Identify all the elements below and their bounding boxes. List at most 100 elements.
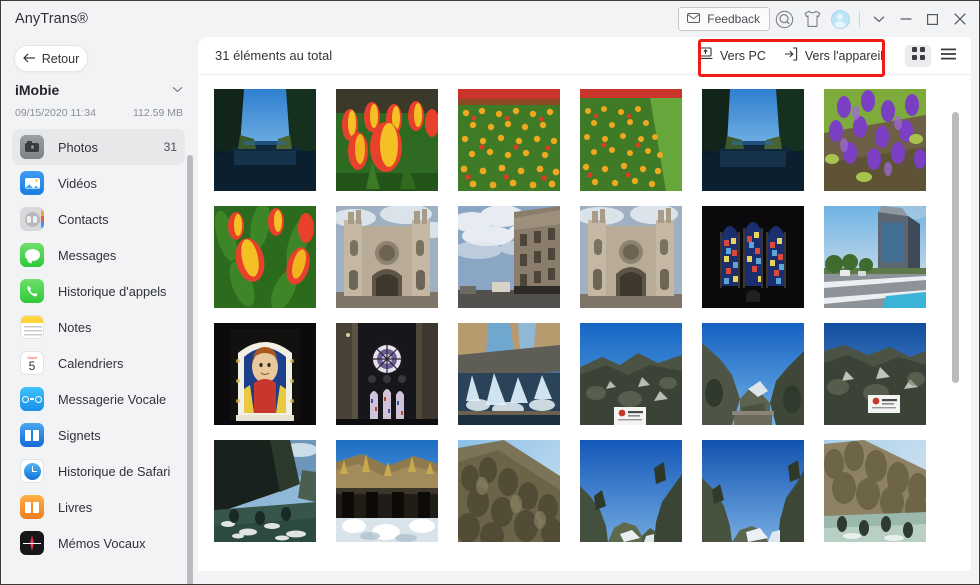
- sidebar-item-voicemail[interactable]: Messagerie Vocale: [12, 381, 185, 417]
- photo-thumbnail[interactable]: [214, 206, 316, 308]
- sidebar-item-label: Historique de Safari: [58, 463, 171, 479]
- photo-thumbnail[interactable]: [824, 89, 926, 191]
- photo-thumbnail[interactable]: [580, 206, 682, 308]
- calendar-icon: Mardi 5: [20, 351, 44, 375]
- header-actions: Vers PC Vers l'appareil: [689, 37, 971, 74]
- books-icon: [20, 495, 44, 519]
- photo-thumbnail[interactable]: [336, 89, 438, 191]
- sidebar-item-label: Mémos Vocaux: [58, 535, 146, 551]
- export-to-device-icon: [784, 47, 798, 64]
- maximize-icon[interactable]: [919, 5, 946, 33]
- photo-thumbnail[interactable]: [336, 323, 438, 425]
- avatar-icon: [830, 9, 850, 29]
- videos-icon: [20, 171, 44, 195]
- avatar[interactable]: [826, 5, 854, 33]
- calendar-day: 5: [28, 359, 36, 373]
- voice-memos-icon: [20, 531, 44, 555]
- sidebar-nav: Photos 31 Vidéos Contacts Messages Histo…: [1, 129, 198, 561]
- call-history-icon: [20, 279, 44, 303]
- sidebar-item-notes[interactable]: Notes: [12, 309, 185, 345]
- sidebar: Retour iMobie 09/15/2020 11:34 112.59 MB…: [1, 37, 198, 584]
- grid-view-button[interactable]: [905, 44, 931, 67]
- photo-thumbnail[interactable]: [214, 323, 316, 425]
- back-button[interactable]: Retour: [14, 45, 88, 72]
- device-date: 09/15/2020 11:34: [15, 107, 96, 119]
- photo-thumbnail[interactable]: [458, 440, 560, 542]
- photo-grid: [214, 89, 934, 542]
- photo-thumbnail[interactable]: [824, 323, 926, 425]
- export-to-pc-icon: [698, 47, 713, 64]
- toolbar-divider: [859, 11, 860, 27]
- app-window: AnyTrans® Feedback Retour iMobie 09/15/2…: [0, 0, 980, 585]
- photo-grid-wrapper: [198, 75, 971, 571]
- sidebar-item-count: 31: [163, 140, 177, 154]
- to-device-label: Vers l'appareil: [804, 48, 883, 63]
- photo-thumbnail[interactable]: [458, 323, 560, 425]
- grid-view-icon: [911, 46, 925, 65]
- mail-icon: [687, 12, 701, 26]
- content-header: 31 éléments au total Vers PC Vers l'appa…: [198, 37, 971, 77]
- feedback-button[interactable]: Feedback: [678, 7, 770, 31]
- shirt-icon[interactable]: [798, 5, 826, 33]
- photo-thumbnail[interactable]: [702, 323, 804, 425]
- device-name: iMobie: [15, 82, 60, 98]
- sidebar-scrollbar[interactable]: [187, 155, 193, 584]
- sidebar-item-photos[interactable]: Photos 31: [12, 129, 185, 165]
- photo-thumbnail[interactable]: [580, 440, 682, 542]
- content-scrollbar[interactable]: [952, 112, 959, 383]
- sidebar-item-messages[interactable]: Messages: [12, 237, 185, 273]
- sidebar-item-calendars[interactable]: Mardi 5 Calendriers: [12, 345, 185, 381]
- sidebar-item-label: Messagerie Vocale: [58, 391, 167, 407]
- photo-thumbnail[interactable]: [336, 440, 438, 542]
- contacts-icon: [20, 207, 44, 231]
- sidebar-item-label: Historique d'appels: [58, 283, 167, 299]
- chevron-down-icon: [172, 84, 183, 96]
- photo-thumbnail[interactable]: [824, 206, 926, 308]
- sidebar-item-label: Signets: [58, 427, 101, 443]
- photo-thumbnail[interactable]: [702, 206, 804, 308]
- sidebar-item-label: Calendriers: [58, 355, 124, 371]
- sidebar-item-contacts[interactable]: Contacts: [12, 201, 185, 237]
- minimize-icon[interactable]: [892, 5, 919, 33]
- sidebar-item-safari-history[interactable]: Historique de Safari: [12, 453, 185, 489]
- sidebar-item-label: Contacts: [58, 211, 109, 227]
- photo-thumbnail[interactable]: [458, 206, 560, 308]
- title-bar-controls: Feedback: [678, 5, 979, 33]
- photo-thumbnail[interactable]: [214, 89, 316, 191]
- sidebar-item-label: Vidéos: [58, 175, 97, 191]
- sidebar-item-label: Livres: [58, 499, 93, 515]
- photo-thumbnail[interactable]: [580, 323, 682, 425]
- photo-thumbnail[interactable]: [702, 89, 804, 191]
- close-icon[interactable]: [946, 5, 973, 33]
- device-meta: 09/15/2020 11:34 112.59 MB: [15, 107, 183, 119]
- photo-thumbnail[interactable]: [458, 89, 560, 191]
- list-view-button[interactable]: [935, 45, 961, 67]
- sidebar-item-label: Messages: [58, 247, 117, 263]
- voicemail-icon: [20, 387, 44, 411]
- photos-icon: [20, 135, 44, 159]
- total-items-label: 31 éléments au total: [215, 48, 333, 63]
- photo-thumbnail[interactable]: [580, 89, 682, 191]
- chevron-down-icon[interactable]: [865, 5, 892, 33]
- sidebar-item-books[interactable]: Livres: [12, 489, 185, 525]
- device-selector[interactable]: iMobie: [15, 82, 183, 98]
- title-bar: AnyTrans® Feedback: [1, 1, 979, 37]
- safari-history-icon: [20, 459, 44, 483]
- photo-thumbnail[interactable]: [702, 440, 804, 542]
- bookmarks-icon: [20, 423, 44, 447]
- photo-thumbnail[interactable]: [214, 440, 316, 542]
- sidebar-item-voice-memos[interactable]: Mémos Vocaux: [12, 525, 185, 561]
- photo-thumbnail[interactable]: [336, 206, 438, 308]
- sidebar-item-label: Photos: [58, 139, 98, 155]
- sidebar-item-videos[interactable]: Vidéos: [12, 165, 185, 201]
- search-icon[interactable]: [770, 5, 798, 33]
- to-pc-button[interactable]: Vers PC: [689, 43, 775, 69]
- list-view-icon: [940, 47, 956, 65]
- sidebar-item-call-history[interactable]: Historique d'appels: [12, 273, 185, 309]
- photo-thumbnail[interactable]: [824, 440, 926, 542]
- sidebar-item-bookmarks[interactable]: Signets: [12, 417, 185, 453]
- back-label: Retour: [41, 51, 80, 66]
- to-device-button[interactable]: Vers l'appareil: [775, 43, 892, 69]
- device-size: 112.59 MB: [132, 107, 183, 119]
- messages-icon: [20, 243, 44, 267]
